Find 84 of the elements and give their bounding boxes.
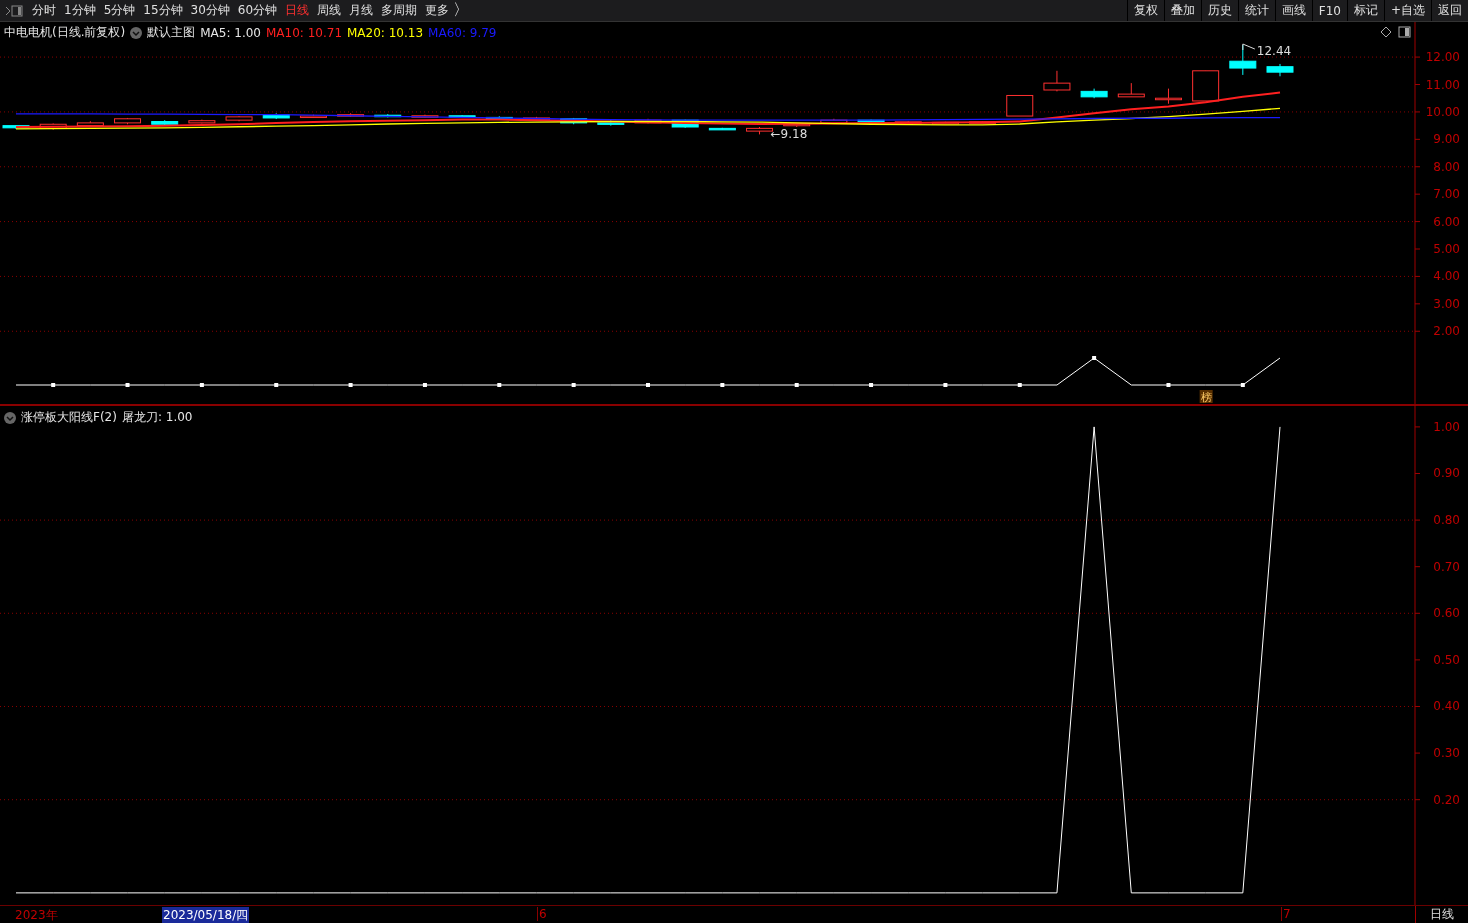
template-label[interactable]: 默认主图: [147, 24, 196, 41]
axis-tick-label: 0.40: [1433, 699, 1460, 714]
candlestick: [1117, 82, 1145, 98]
candlestick: [560, 117, 588, 125]
candlestick: [225, 115, 253, 122]
period-tab[interactable]: 日线: [281, 0, 314, 21]
candlestick: [1154, 88, 1182, 105]
period-tab[interactable]: 分时: [28, 0, 60, 21]
candlestick: [2, 124, 30, 130]
candlestick: [1080, 88, 1108, 99]
axis-tick-label: 10.00: [1425, 104, 1460, 119]
axis-tick-label: 9.00: [1433, 132, 1460, 147]
candlestick: [634, 118, 662, 124]
candlestick: [411, 114, 439, 118]
candlestick: [522, 116, 550, 121]
period-tab[interactable]: 月线: [345, 0, 378, 21]
candlestick: [299, 114, 327, 119]
candlestick: [151, 119, 179, 127]
candlestick: [76, 120, 104, 127]
period-tab[interactable]: 15分钟: [139, 0, 187, 21]
candlestick: [1006, 94, 1034, 117]
diamond-icon[interactable]: [1380, 26, 1392, 38]
candlestick: [820, 118, 848, 124]
candlestick: [374, 113, 402, 118]
year-label: 2023年: [14, 907, 59, 923]
candlestick: [597, 119, 625, 127]
axis-tick-label: 0.70: [1433, 559, 1460, 574]
axis-tick-label: 0.20: [1433, 792, 1460, 807]
period-tab[interactable]: 30分钟: [186, 0, 234, 21]
axis-tick-label: 12.00: [1425, 50, 1460, 65]
candlestick: [894, 120, 922, 124]
period-tab[interactable]: 1分钟: [60, 0, 100, 21]
axis-tick-label: 0.60: [1433, 606, 1460, 621]
more-arrow[interactable]: 〉: [453, 0, 470, 21]
candlestick: [448, 114, 476, 118]
candlestick: [783, 122, 811, 128]
axis-tick-label: 7.00: [1433, 187, 1460, 202]
window-icon[interactable]: [4, 3, 24, 18]
marker-badge: 榜: [1199, 390, 1213, 404]
month-label: 6: [537, 907, 548, 921]
period-tab[interactable]: 5分钟: [99, 0, 140, 21]
axis-tick-label: 0.50: [1433, 652, 1460, 667]
period-tab[interactable]: 多周期: [377, 0, 422, 21]
chevron-icon[interactable]: [130, 26, 143, 39]
axis-tick-label: 5.00: [1433, 242, 1460, 256]
high-price-label: 12.44: [1256, 44, 1292, 58]
ma-legend: MA20: 10.13: [347, 25, 424, 40]
period-tab[interactable]: 周线: [313, 0, 346, 21]
candlestick: [39, 122, 67, 131]
period-tab[interactable]: 更多: [421, 0, 454, 21]
candlestick: [1043, 70, 1071, 92]
candlestick: [1266, 63, 1294, 77]
axis-tick-label: 3.00: [1433, 296, 1460, 311]
ma-legend: MA10: 10.71: [265, 25, 342, 40]
low-price-label: ←9.18: [770, 127, 808, 141]
indicator-legend: 屠龙刀: 1.00: [121, 409, 193, 426]
candlestick: [857, 119, 885, 123]
period-label: 日线: [1415, 906, 1468, 923]
candlestick: [114, 117, 142, 125]
axis-tick-label: 6.00: [1433, 214, 1460, 229]
axis-tick-label: 11.00: [1425, 77, 1460, 92]
candlestick: [969, 120, 997, 124]
axis-tick-label: 8.00: [1433, 159, 1460, 174]
candlestick: [337, 112, 365, 118]
candlestick: [262, 112, 290, 120]
ma-legend: MA5: 1.00: [200, 25, 261, 40]
axis-tick-label: 0.30: [1433, 746, 1460, 761]
high-pointer-icon: [1242, 43, 1256, 51]
stock-title: 中电电机(日线.前复权): [4, 24, 126, 41]
axis-tick-label: 1.00: [1433, 419, 1460, 434]
panel-toggle-icon[interactable]: [1398, 26, 1411, 38]
candlestick: [188, 119, 216, 124]
indicator-title: 涨停板大阳线F(2): [21, 409, 117, 426]
candlestick: [1192, 70, 1220, 102]
ma-legend: MA60: 9.79: [428, 25, 497, 40]
period-tab[interactable]: 60分钟: [233, 0, 282, 21]
candlestick: [708, 127, 736, 131]
axis-tick-label: 0.90: [1433, 466, 1460, 481]
cursor-date: 2023/05/18/四: [162, 907, 250, 923]
chevron-icon[interactable]: [4, 411, 16, 424]
month-label: 7: [1281, 907, 1292, 921]
axis-tick-label: 0.80: [1433, 513, 1460, 528]
axis-tick-label: 2.00: [1433, 324, 1460, 339]
axis-tick-label: 4.00: [1433, 269, 1460, 284]
